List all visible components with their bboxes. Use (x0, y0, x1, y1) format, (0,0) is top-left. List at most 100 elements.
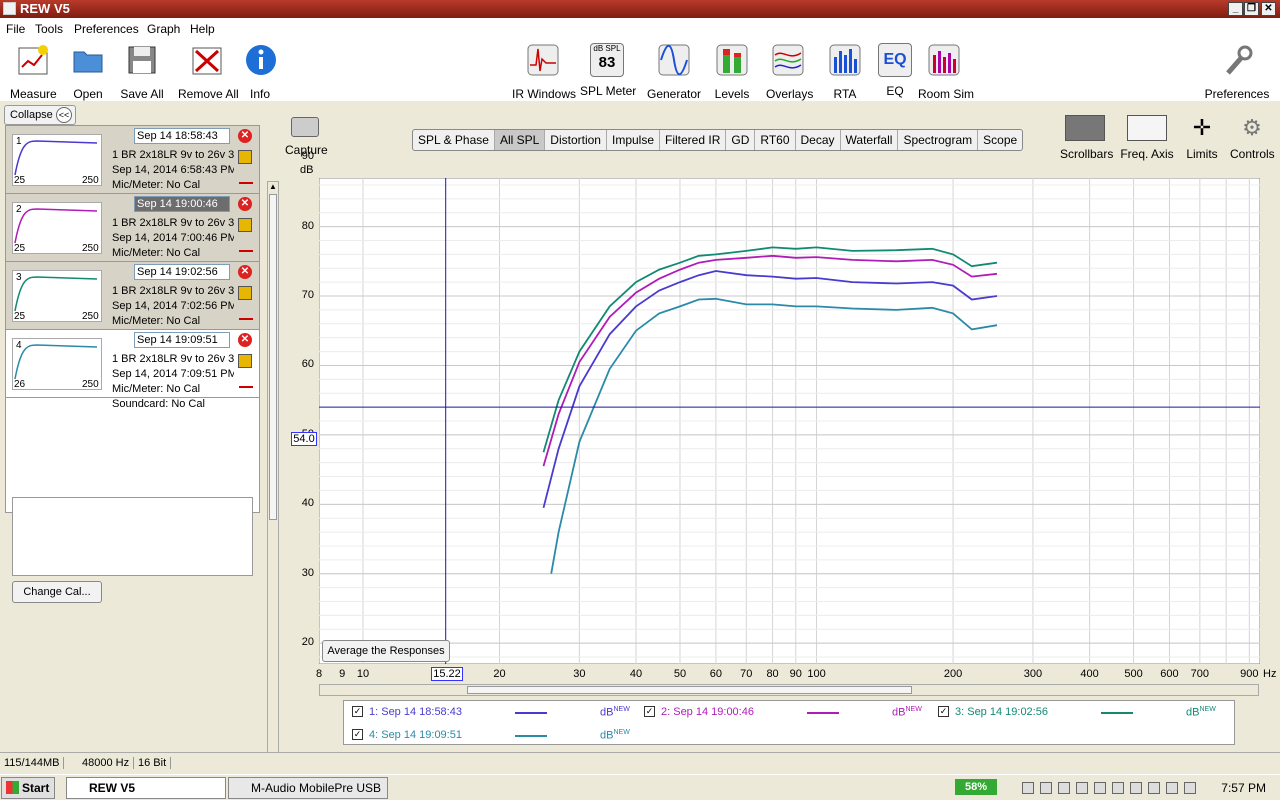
delete-icon[interactable]: ✕ (238, 265, 252, 279)
edit-info-icon[interactable] (238, 150, 252, 164)
scroll-up-icon[interactable]: ▲ (268, 182, 278, 192)
measurement-item[interactable]: 4 26 250 Sep 14 19:09:51 1 BR 2x18LR 9v to 2… (6, 330, 259, 410)
overlays-button[interactable]: Overlays (766, 43, 813, 101)
tab-gd[interactable]: GD (726, 130, 756, 150)
start-button[interactable]: Start (1, 777, 55, 799)
preferences-button[interactable]: Preferences (1204, 43, 1270, 101)
tab-all-spl[interactable]: All SPL (494, 130, 546, 150)
graph-scroll-thumb[interactable] (467, 686, 912, 694)
room-sim-button[interactable]: Room Sim (918, 43, 974, 101)
levels-icon (716, 44, 748, 76)
menu-file[interactable]: File (6, 22, 25, 36)
menu-help[interactable]: Help (190, 22, 215, 36)
freq-axis-button[interactable]: Freq. Axis (1120, 115, 1174, 161)
tab-waterfall[interactable]: Waterfall (841, 130, 899, 150)
info-button[interactable]: Info (244, 43, 276, 101)
measurement-name-field[interactable]: Sep 14 19:02:56 (134, 264, 230, 280)
measurement-item[interactable]: 3 25 250 Sep 14 19:02:56 1 BR 2x18LR 9v to 2… (6, 262, 259, 330)
taskbar-item-mobilepre[interactable]: M-Audio MobilePre USB (228, 777, 388, 799)
pen-icon[interactable] (239, 306, 253, 320)
legend-checkbox[interactable]: ✓ (938, 706, 949, 717)
camera-icon (291, 117, 319, 137)
thumbnail-tick-high: 250 (82, 243, 99, 254)
generator-button[interactable]: Generator (646, 43, 702, 101)
measurement-description: 1 BR 2x18LR 9v to 26v 3 (112, 285, 234, 297)
legend-checkbox[interactable]: ✓ (352, 729, 363, 740)
controls-button[interactable]: ⚙ Controls (1230, 115, 1275, 161)
menu-bar: File Tools Preferences Graph Help (0, 18, 1280, 39)
tab-rt60[interactable]: RT60 (755, 130, 796, 150)
open-button[interactable]: Open (68, 43, 108, 101)
legend-checkbox[interactable]: ✓ (352, 706, 363, 717)
levels-button[interactable]: Levels (714, 43, 750, 101)
change-cal-button[interactable]: Change Cal... (12, 581, 102, 603)
pen-icon[interactable] (239, 238, 253, 252)
tab-decay[interactable]: Decay (796, 130, 841, 150)
pen-icon[interactable] (239, 374, 253, 388)
tab-scope[interactable]: Scope (978, 130, 1022, 150)
measurement-name-field[interactable]: Sep 14 19:09:51 (134, 332, 230, 348)
ir-windows-button[interactable]: IR Windows (512, 43, 576, 101)
legend-unit: dBNEW (600, 729, 630, 742)
limits-button[interactable]: ✛ Limits (1182, 115, 1222, 161)
measure-button[interactable]: Measure (10, 43, 57, 101)
tab-spectrogram[interactable]: Spectrogram (898, 130, 979, 150)
cursor-x-readout: 15.22 (431, 667, 463, 681)
tray-icon[interactable] (1076, 782, 1088, 794)
edit-info-icon[interactable] (238, 218, 252, 232)
menu-graph[interactable]: Graph (147, 22, 180, 36)
preferences-label: Preferences (1204, 87, 1270, 101)
tab-spl-phase[interactable]: SPL & Phase (413, 130, 495, 150)
menu-tools[interactable]: Tools (35, 22, 63, 36)
measurement-name-field[interactable]: Sep 14 19:00:46 (134, 196, 230, 212)
tray-icon[interactable] (1022, 782, 1034, 794)
edit-info-icon[interactable] (238, 354, 252, 368)
rta-label: RTA (833, 87, 857, 101)
scrollbars-button[interactable]: Scrollbars (1060, 115, 1113, 161)
measurement-name-field[interactable]: Sep 14 18:58:43 (134, 128, 230, 144)
tray-icon[interactable] (1166, 782, 1178, 794)
delete-icon[interactable]: ✕ (238, 333, 252, 347)
restore-icon[interactable]: ❐ (1244, 2, 1259, 16)
measurement-scrollbar[interactable]: ▲ ▼ (267, 181, 279, 763)
close-icon[interactable]: ✕ (1261, 2, 1276, 16)
legend-series-name: 1: Sep 14 18:58:43 (369, 706, 462, 718)
legend-checkbox[interactable]: ✓ (644, 706, 655, 717)
x-tick-label: 80 (766, 668, 779, 680)
rta-button[interactable]: RTA (827, 43, 863, 101)
x-tick-label: 400 (1080, 668, 1099, 680)
notes-area[interactable] (12, 497, 253, 576)
spl-graph[interactable] (319, 178, 1260, 664)
tray-icon[interactable] (1112, 782, 1124, 794)
measurement-item[interactable]: 2 25 250 Sep 14 19:00:46 1 BR 2x18LR 9v to 2… (6, 194, 259, 262)
delete-icon[interactable]: ✕ (238, 197, 252, 211)
tab-distortion[interactable]: Distortion (545, 130, 607, 150)
minimize-icon[interactable]: _ (1228, 2, 1243, 16)
remove-all-button[interactable]: Remove All (178, 43, 239, 101)
edit-info-icon[interactable] (238, 286, 252, 300)
save-all-button[interactable]: Save All (120, 43, 164, 101)
measurement-item[interactable]: 1 25 250 Sep 14 18:58:43 1 BR 2x18LR 9v to 2… (6, 126, 259, 194)
graph-horizontal-scrollbar[interactable] (319, 684, 1259, 696)
tray-icon[interactable] (1148, 782, 1160, 794)
menu-preferences[interactable]: Preferences (74, 22, 139, 36)
delete-icon[interactable]: ✕ (238, 129, 252, 143)
tray-icon[interactable] (1130, 782, 1142, 794)
average-responses-button[interactable]: Average the Responses (322, 640, 450, 662)
x-tick-label: 60 (709, 668, 723, 680)
tray-icon[interactable] (1058, 782, 1070, 794)
pen-icon[interactable] (239, 170, 253, 184)
collapse-button[interactable]: Collapse << (4, 105, 76, 125)
y-tick-label: 20 (301, 636, 314, 649)
tray-icon[interactable] (1184, 782, 1196, 794)
limits-label: Limits (1186, 147, 1218, 161)
tray-icon[interactable] (1094, 782, 1106, 794)
taskbar-item-rew[interactable]: REW V5 (66, 777, 226, 799)
tab-filtered-ir[interactable]: Filtered IR (660, 130, 727, 150)
spl-meter-button[interactable]: dB SPL 83 SPL Meter (580, 43, 636, 98)
scroll-thumb[interactable] (269, 194, 277, 520)
tray-icon[interactable] (1040, 782, 1052, 794)
y-tick-label: 80 (301, 219, 314, 232)
tab-impulse[interactable]: Impulse (607, 130, 661, 150)
eq-button[interactable]: EQ EQ (877, 43, 913, 98)
